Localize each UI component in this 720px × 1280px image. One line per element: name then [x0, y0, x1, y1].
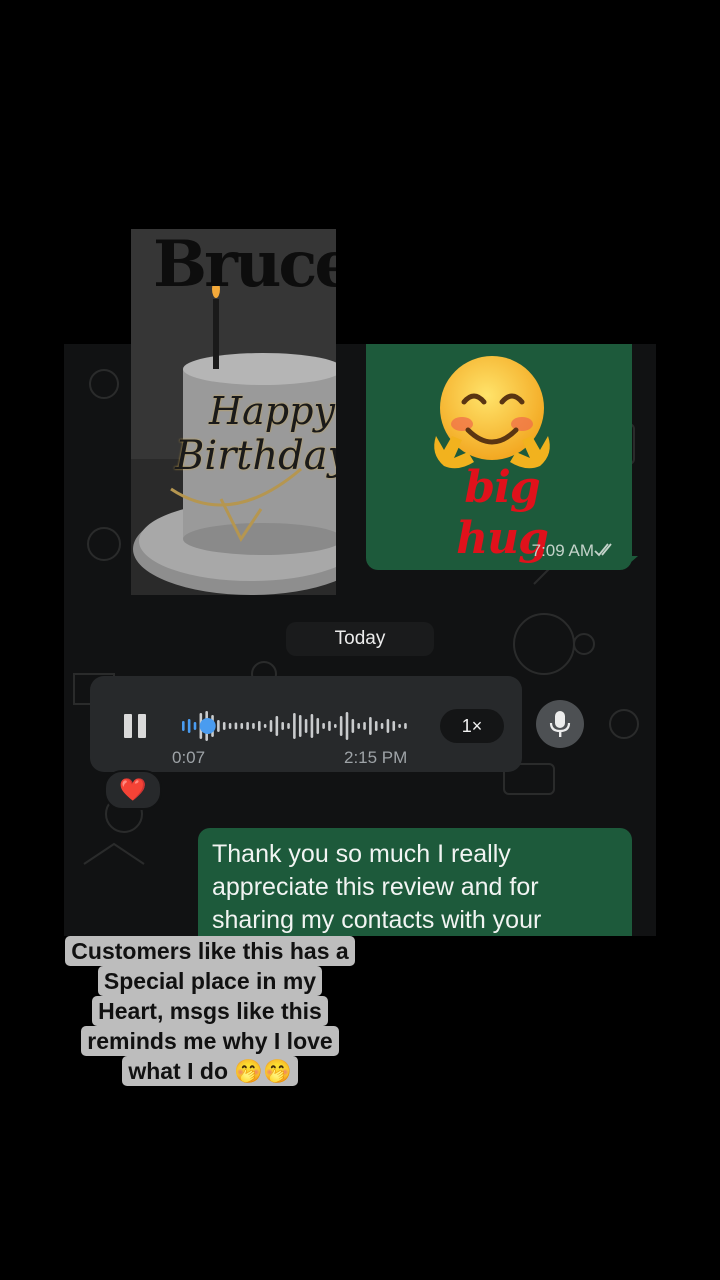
waveform-bar	[287, 723, 290, 729]
voice-message-bubble[interactable]: 1× 0:07 2:15 PM	[90, 676, 522, 772]
waveform-bar	[228, 723, 232, 729]
cake-name-topper: Bruce	[153, 229, 336, 302]
microphone-button[interactable]	[536, 700, 584, 748]
cake-topper-happy: Happy	[209, 389, 335, 433]
waveform-bar	[363, 722, 366, 730]
waveform-bar	[269, 720, 273, 732]
audio-waveform[interactable]	[178, 708, 414, 744]
voice-duration: 0:07	[172, 748, 206, 767]
waveform-bar	[345, 712, 349, 740]
waveform-bar	[328, 721, 331, 731]
waveform-bar	[187, 719, 191, 733]
outgoing-sticker-bubble[interactable]: big hug 7:09 AM	[366, 344, 632, 570]
waveform-bar	[182, 721, 185, 731]
voice-timestamp: 2:15 PM	[344, 748, 408, 767]
caption-line: Special place in my	[97, 966, 323, 996]
waveform-bar	[275, 716, 279, 736]
waveform-bar	[404, 723, 407, 729]
double-check-icon	[594, 543, 612, 557]
caption-line: Customers like this has a	[65, 936, 355, 966]
waveform-bar	[263, 724, 267, 728]
birthday-cake-photo[interactable]: Bruce Happy Birthday	[131, 229, 336, 595]
caption-line: reminds me why I love	[81, 1026, 339, 1056]
waveform-bar	[351, 719, 355, 733]
bubble-tail	[622, 556, 638, 570]
waveform-bar	[316, 718, 320, 734]
pause-icon[interactable]	[124, 714, 150, 738]
microphone-icon	[549, 711, 571, 737]
waveform-bar	[293, 713, 296, 739]
waveform-bar	[339, 716, 343, 736]
playback-speed-button[interactable]: 1×	[440, 709, 504, 743]
cake-topper-birthday: Birthday	[175, 433, 336, 479]
waveform-bar	[258, 721, 261, 731]
waveform-bar	[234, 722, 238, 730]
date-divider: Today	[286, 622, 434, 656]
waveform-bar	[374, 721, 378, 731]
waveform-bar	[380, 723, 384, 729]
waveform-bar	[281, 722, 284, 730]
waveform-bar	[217, 720, 220, 732]
waveform-bar	[392, 721, 396, 731]
caption-line: Heart, msgs like this	[92, 996, 328, 1026]
message-text: Thank you so much I really appreciate th…	[212, 840, 542, 934]
playback-progress-knob[interactable]	[199, 718, 216, 734]
waveform-bar	[222, 722, 226, 730]
waveform-bar	[386, 719, 390, 733]
waveform-bar	[357, 723, 360, 729]
waveform-bar	[252, 723, 255, 729]
waveform-bar	[193, 722, 197, 730]
waveform-bar	[304, 719, 308, 733]
outgoing-text-bubble[interactable]: Thank you so much I really appreciate th…	[198, 828, 632, 936]
waveform-bar	[398, 724, 401, 728]
waveform-bar	[369, 717, 372, 735]
waveform-bar	[240, 723, 244, 729]
message-timestamp: 7:09 AM	[531, 541, 594, 560]
video-caption: Customers like this has a Special place …	[54, 936, 366, 1086]
waveform-bar	[310, 714, 314, 738]
waveform-bar	[334, 724, 337, 728]
waveform-bar	[322, 723, 325, 729]
waveform-bar	[298, 715, 302, 737]
caption-line: what I do 🤭🤭	[122, 1056, 298, 1086]
heart-reaction[interactable]: ❤️	[104, 770, 162, 810]
waveform-bar	[246, 722, 249, 730]
